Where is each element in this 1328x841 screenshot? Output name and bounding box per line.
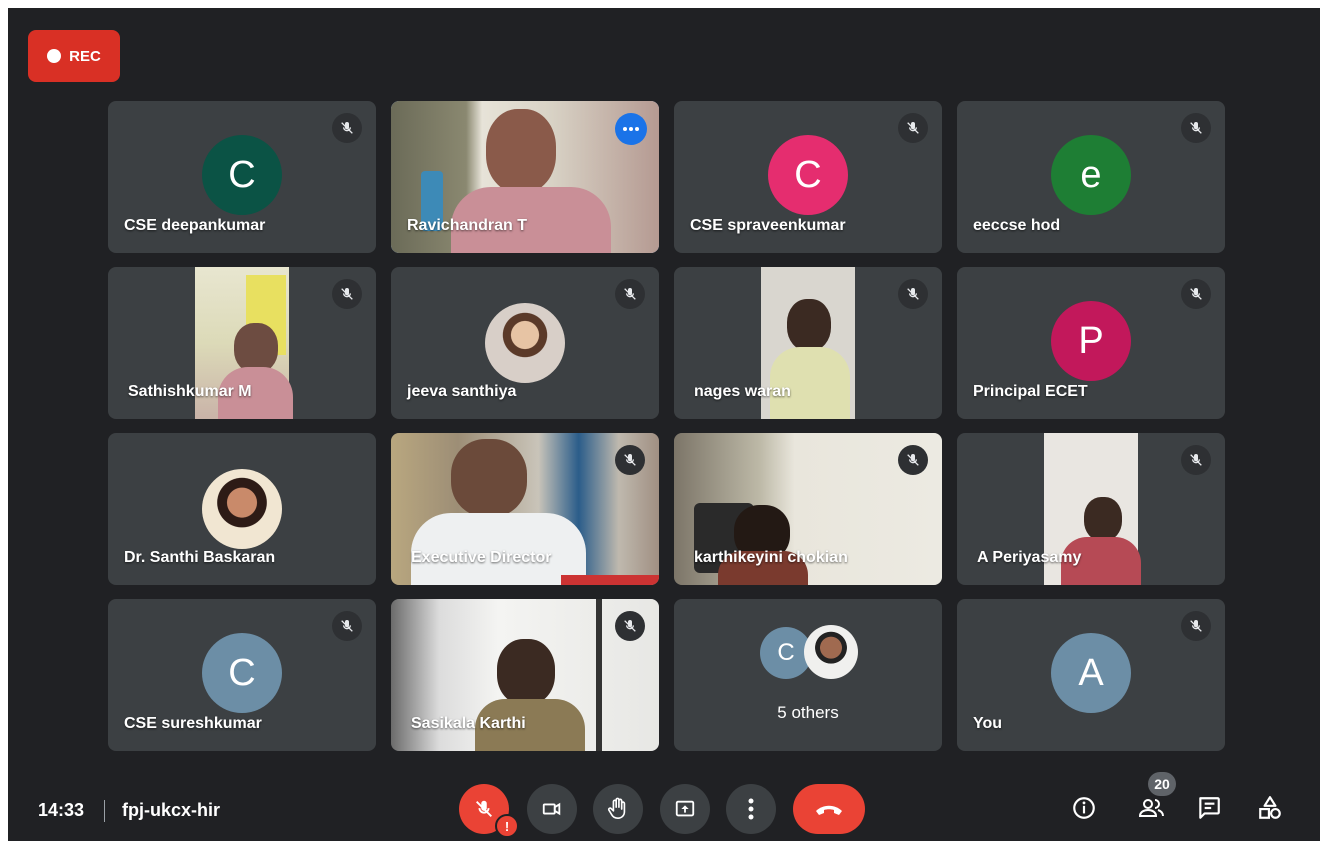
- video-feed-head: [486, 109, 556, 193]
- mic-off-icon: [1181, 279, 1211, 309]
- present-screen-icon: [675, 800, 695, 817]
- participant-name: Dr. Santhi Baskaran: [124, 549, 276, 566]
- participant-tile[interactable]: Sasikala Karthi: [391, 599, 659, 751]
- activities-button[interactable]: [1252, 790, 1288, 826]
- participant-tile[interactable]: A Periyasamy: [957, 433, 1225, 585]
- participant-tile[interactable]: C CSE sureshkumar: [108, 599, 376, 751]
- video-feed-head: [451, 439, 527, 517]
- participant-name: Sathishkumar M: [128, 383, 252, 400]
- more-vert-icon: [748, 798, 754, 820]
- video-feed-detail: [561, 575, 659, 585]
- more-options-button[interactable]: [726, 784, 776, 834]
- mic-off-icon: [332, 279, 362, 309]
- info-icon: [1073, 797, 1095, 819]
- participant-tile[interactable]: e eeccse hod: [957, 101, 1225, 253]
- mic-off-icon: [898, 279, 928, 309]
- recording-indicator: REC: [28, 30, 120, 82]
- raise-hand-icon: [608, 797, 626, 819]
- avatar: C: [202, 135, 282, 216]
- mic-off-icon: [1181, 113, 1211, 143]
- video-feed-head: [234, 323, 278, 373]
- participant-tile[interactable]: karthikeyini chokian: [674, 433, 942, 585]
- participant-name: CSE deepankumar: [124, 217, 266, 234]
- chat-icon: [1199, 797, 1220, 819]
- avatar: e: [1051, 135, 1131, 216]
- participant-name: jeeva santhiya: [407, 383, 517, 400]
- mic-off-icon: [1181, 445, 1211, 475]
- raise-hand-button[interactable]: [593, 784, 643, 834]
- video-feed-head: [497, 639, 555, 705]
- mic-off-icon: [332, 113, 362, 143]
- recording-label: REC: [69, 47, 101, 65]
- participant-name: Ravichandran T: [407, 217, 528, 234]
- people-icon: [1138, 799, 1164, 817]
- participant-name: nages waran: [694, 383, 791, 400]
- participant-name: eeccse hod: [973, 217, 1061, 234]
- mic-off-icon: [615, 445, 645, 475]
- avatar: [485, 303, 565, 383]
- present-screen-button[interactable]: [660, 784, 710, 834]
- meeting-time: 14:33: [38, 800, 85, 820]
- others-count-label: 5 others: [777, 703, 839, 722]
- record-dot-icon: [47, 49, 62, 63]
- mic-toggle-button[interactable]: !: [459, 784, 519, 838]
- participant-tile[interactable]: Dr. Santhi Baskaran: [108, 433, 376, 585]
- participant-name: You: [973, 715, 1003, 732]
- mic-off-icon: [898, 113, 928, 143]
- video-feed-head: [787, 299, 831, 351]
- mic-off-icon: [898, 445, 928, 475]
- others-tile[interactable]: C 5 others: [674, 599, 942, 751]
- avatar: C: [768, 135, 848, 216]
- participant-name: CSE sureshkumar: [124, 715, 262, 732]
- chat-button[interactable]: [1191, 790, 1227, 826]
- mic-warning-badge: !: [495, 814, 519, 838]
- call-end-icon: [816, 805, 842, 815]
- people-button[interactable]: [1134, 790, 1170, 826]
- mic-off-icon: [615, 279, 645, 309]
- participant-tile[interactable]: Executive Director: [391, 433, 659, 585]
- participant-tile[interactable]: nages waran: [674, 267, 942, 419]
- participant-name: CSE spraveenkumar: [690, 217, 846, 234]
- activities-icon: [1259, 796, 1281, 819]
- participant-tile[interactable]: Ravichandran T: [391, 101, 659, 253]
- mic-off-icon: [476, 800, 492, 817]
- control-bar: 14:33 fpj-ukcx-hir ! 20: [8, 768, 1320, 841]
- participant-name: A Periyasamy: [977, 549, 1082, 566]
- avatar: A: [1051, 633, 1131, 714]
- video-feed-detail: [596, 599, 602, 751]
- participant-name: karthikeyini chokian: [694, 549, 848, 566]
- avatar: [202, 469, 282, 549]
- divider: [104, 800, 105, 822]
- camera-toggle-button[interactable]: [527, 784, 577, 834]
- participant-name: Principal ECET: [973, 383, 1088, 400]
- mic-off-icon: [332, 611, 362, 641]
- video-feed-head: [1084, 497, 1122, 541]
- participant-tile[interactable]: C CSE deepankumar: [108, 101, 376, 253]
- avatar: C: [202, 633, 282, 714]
- meeting-code: fpj-ukcx-hir: [122, 800, 221, 820]
- participant-name: Executive Director: [411, 549, 552, 566]
- participant-tile[interactable]: C CSE spraveenkumar: [674, 101, 942, 253]
- leave-call-button[interactable]: [793, 784, 865, 834]
- participant-tile[interactable]: jeeva santhiya: [391, 267, 659, 419]
- self-tile[interactable]: A You: [957, 599, 1225, 751]
- camera-off-icon: [542, 802, 561, 816]
- meeting-details-button[interactable]: [1066, 790, 1102, 826]
- participant-name: Sasikala Karthi: [411, 715, 526, 732]
- more-options-button[interactable]: [615, 113, 647, 145]
- mic-off-icon: [615, 611, 645, 641]
- participant-tile[interactable]: Sathishkumar M: [108, 267, 376, 419]
- meet-stage: REC C CSE deepankumar Ravichandran T C C…: [8, 8, 1320, 841]
- mic-off-icon: [1181, 611, 1211, 641]
- avatar: P: [1051, 301, 1131, 382]
- avatar: [804, 625, 858, 679]
- participant-tile[interactable]: P Principal ECET: [957, 267, 1225, 419]
